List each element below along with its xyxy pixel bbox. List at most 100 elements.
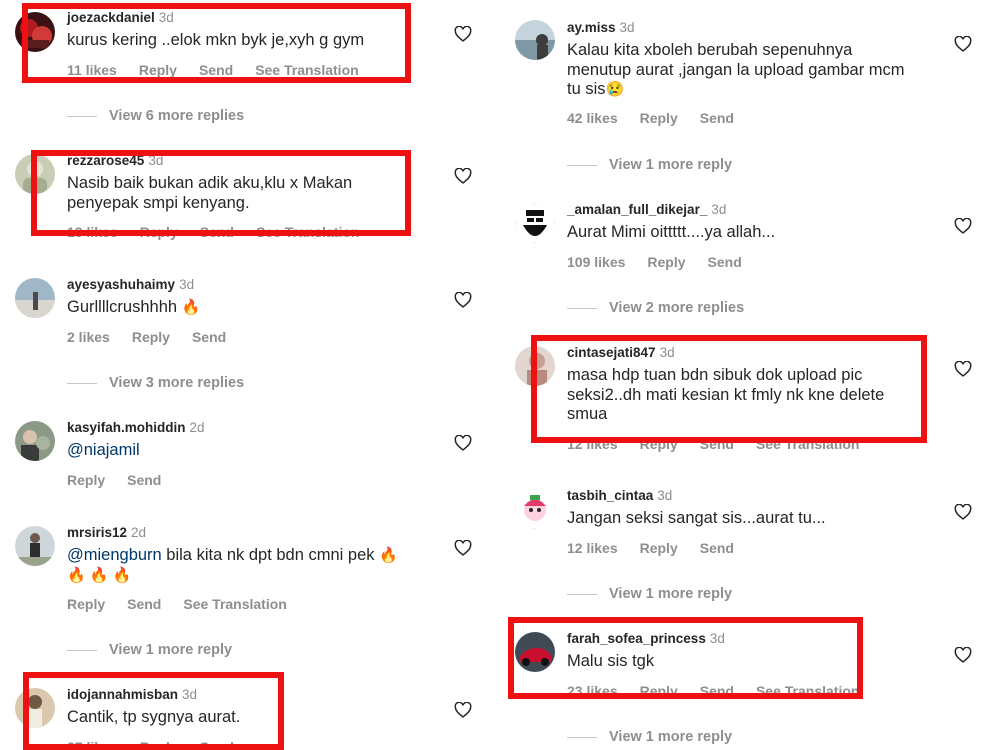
comment-joezackdaniel: joezackdaniel 3d kurus kering ..elok mkn … <box>0 0 500 100</box>
reply-button[interactable]: Reply <box>132 329 170 345</box>
username[interactable]: _amalan_full_dikejar_ <box>567 202 707 217</box>
send-button[interactable]: Send <box>192 329 226 345</box>
likes-count[interactable]: 11 likes <box>67 62 117 78</box>
likes-count[interactable]: 109 likes <box>567 254 625 270</box>
reply-button[interactable]: Reply <box>67 596 105 612</box>
likes-count[interactable]: 23 likes <box>567 683 618 699</box>
username[interactable]: mrsiris12 <box>67 525 127 540</box>
username[interactable]: ay.miss <box>567 20 616 35</box>
username[interactable]: farah_sofea_princess <box>567 631 706 646</box>
timestamp[interactable]: 3d <box>660 345 675 360</box>
username[interactable]: cintasejati847 <box>567 345 656 360</box>
timestamp[interactable]: 3d <box>710 631 725 646</box>
mention-link[interactable]: @niajamil <box>67 441 140 459</box>
comment-line: penyepak smpi kenyang. <box>67 193 250 212</box>
username[interactable]: joezackdaniel <box>67 10 155 25</box>
comment-farah-sofea-princess: farah_sofea_princess 3d Malu sis tgk 23 l… <box>500 624 1000 714</box>
avatar[interactable] <box>15 526 55 566</box>
heart-icon[interactable] <box>454 168 472 184</box>
timestamp[interactable]: 2d <box>190 420 205 435</box>
likes-count[interactable]: 2 likes <box>67 329 110 345</box>
heart-icon[interactable] <box>954 361 972 377</box>
avatar[interactable] <box>515 346 555 386</box>
left-comment-column: joezackdaniel 3d kurus kering ..elok mkn … <box>0 0 500 750</box>
avatar[interactable] <box>515 20 555 60</box>
reply-button[interactable]: Reply <box>640 540 678 556</box>
timestamp[interactable]: 2d <box>131 525 146 540</box>
avatar[interactable] <box>515 632 555 672</box>
heart-icon[interactable] <box>954 36 972 52</box>
view-more-replies-link[interactable]: View 1 more reply <box>567 729 732 745</box>
reply-button[interactable]: Reply <box>640 110 678 126</box>
heart-icon[interactable] <box>954 504 972 520</box>
see-translation-button[interactable]: See Translation <box>756 683 859 699</box>
username[interactable]: ayesyashuhaimy <box>67 277 175 292</box>
heart-icon[interactable] <box>454 26 472 42</box>
reply-button[interactable]: Reply <box>640 683 678 699</box>
avatar[interactable] <box>515 489 555 529</box>
comment-line: seksi2..dh mati kesian kt fmly nk kne de… <box>567 385 885 404</box>
reply-button[interactable]: Reply <box>67 472 105 488</box>
reply-button[interactable]: Reply <box>640 436 678 452</box>
heart-icon[interactable] <box>954 647 972 663</box>
username[interactable]: rezzarose45 <box>67 153 144 168</box>
send-button[interactable]: Send <box>200 739 234 750</box>
heart-icon[interactable] <box>454 292 472 308</box>
view-more-replies-link[interactable]: View 1 more reply <box>567 586 732 602</box>
timestamp[interactable]: 3d <box>179 277 194 292</box>
timestamp[interactable]: 3d <box>159 10 174 25</box>
reply-button[interactable]: Reply <box>140 739 178 750</box>
avatar[interactable] <box>15 421 55 461</box>
avatar[interactable] <box>15 154 55 194</box>
send-button[interactable]: Send <box>700 110 734 126</box>
avatar[interactable] <box>15 688 55 728</box>
send-button[interactable]: Send <box>708 254 742 270</box>
send-button[interactable]: Send <box>127 596 161 612</box>
avatar[interactable] <box>515 203 555 243</box>
send-button[interactable]: Send <box>700 540 734 556</box>
reply-button[interactable]: Reply <box>139 62 177 78</box>
username[interactable]: tasbih_cintaa <box>567 488 653 503</box>
send-button[interactable]: Send <box>127 472 161 488</box>
mention-link[interactable]: @miengburn <box>67 546 162 564</box>
avatar[interactable] <box>15 278 55 318</box>
username[interactable]: kasyifah.mohiddin <box>67 420 186 435</box>
timestamp[interactable]: 3d <box>182 687 197 702</box>
likes-count[interactable]: 12 likes <box>567 436 618 452</box>
comment-actions: 27 likes Reply Send <box>67 739 256 750</box>
fire-icon: 🔥 <box>181 299 201 316</box>
likes-count[interactable]: 42 likes <box>567 110 618 126</box>
heart-icon[interactable] <box>454 435 472 451</box>
comment-amalan-full-dikejar: _amalan_full_dikejar_ 3d Aurat Mimi oittt… <box>500 195 1000 280</box>
heart-icon[interactable] <box>454 540 472 556</box>
likes-count[interactable]: 13 likes <box>67 224 118 240</box>
avatar[interactable] <box>15 12 55 52</box>
see-translation-button[interactable]: See Translation <box>256 224 359 240</box>
view-more-replies-link[interactable]: View 2 more replies <box>567 300 744 316</box>
see-translation-button[interactable]: See Translation <box>183 596 286 612</box>
timestamp[interactable]: 3d <box>148 153 163 168</box>
likes-count[interactable]: 27 likes <box>67 739 118 750</box>
send-button[interactable]: Send <box>200 224 234 240</box>
see-translation-button[interactable]: See Translation <box>756 436 859 452</box>
reply-button[interactable]: Reply <box>647 254 685 270</box>
timestamp[interactable]: 3d <box>711 202 726 217</box>
see-translation-button[interactable]: See Translation <box>255 62 358 78</box>
send-button[interactable]: Send <box>199 62 233 78</box>
send-button[interactable]: Send <box>700 436 734 452</box>
heart-icon[interactable] <box>454 702 472 718</box>
comment-line: Kalau kita xboleh berubah sepenuhnya <box>567 41 853 59</box>
timestamp[interactable]: 3d <box>620 20 635 35</box>
reply-divider <box>67 649 97 651</box>
likes-count[interactable]: 12 likes <box>567 540 618 556</box>
view-more-replies-link[interactable]: View 3 more replies <box>67 375 244 391</box>
view-more-replies-link[interactable]: View 6 more replies <box>67 108 244 124</box>
comment-header: ayesyashuhaimy 3d <box>67 277 194 293</box>
view-more-replies-link[interactable]: View 1 more reply <box>567 157 732 173</box>
reply-button[interactable]: Reply <box>140 224 178 240</box>
send-button[interactable]: Send <box>700 683 734 699</box>
username[interactable]: idojannahmisban <box>67 687 178 702</box>
timestamp[interactable]: 3d <box>657 488 672 503</box>
heart-icon[interactable] <box>954 218 972 234</box>
view-more-replies-link[interactable]: View 1 more reply <box>67 642 232 658</box>
